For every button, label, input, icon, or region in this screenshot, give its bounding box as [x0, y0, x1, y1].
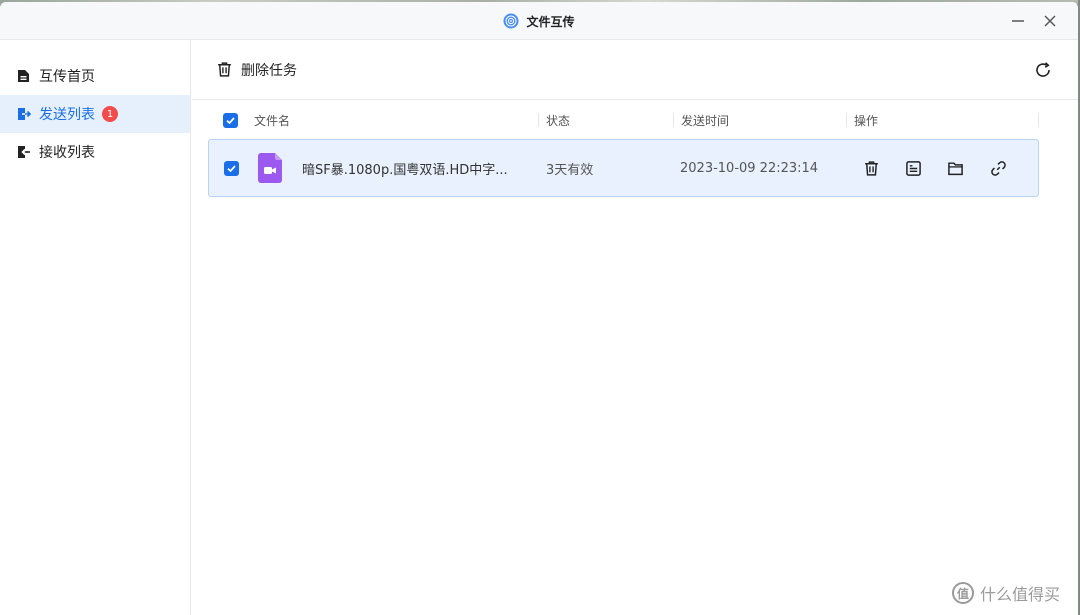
send-list-icon [16, 106, 32, 122]
folder-icon [947, 161, 963, 175]
delete-task-label: 删除任务 [241, 62, 297, 79]
sidebar: 互传首页 发送列表 1 接收列表 [0, 40, 191, 615]
minimize-button[interactable] [1008, 11, 1028, 31]
title-bar[interactable]: 文件互传 [0, 2, 1078, 40]
window-title: 文件互传 [526, 14, 575, 29]
check-icon [227, 164, 236, 172]
close-button[interactable] [1040, 11, 1060, 31]
minimize-icon [1012, 20, 1024, 22]
column-divider [1038, 113, 1039, 127]
select-all-checkbox[interactable] [223, 101, 238, 139]
wifi-transfer-icon [503, 13, 519, 29]
refresh-button[interactable] [1034, 61, 1052, 79]
open-folder-button[interactable] [945, 158, 965, 178]
details-button[interactable] [903, 158, 923, 178]
count-badge: 1 [102, 106, 118, 122]
check-icon [226, 116, 235, 124]
watermark: 值 什么值得买 [952, 578, 1060, 608]
send-time: 2023-10-09 22:23:14 [680, 160, 819, 176]
status-text: 3天有效 [546, 162, 594, 178]
sidebar-item-label: 发送列表 [39, 107, 95, 123]
title-group: 文件互传 [0, 2, 1078, 40]
app-window: 文件互传 互传首页 发送列表 1 接收列表 删除任务 文件名 状态 发送时间 操… [0, 2, 1078, 615]
table-header: 文件名 状态 发送时间 操作 [208, 101, 1040, 139]
table-row[interactable]: 暗SF暴.1080p.国粤双语.HD中字... 3天有效 2023-10-09 … [208, 139, 1039, 197]
sidebar-item-home[interactable]: 互传首页 [0, 57, 190, 95]
copy-link-button[interactable] [988, 158, 1008, 178]
file-name: 暗SF暴.1080p.国粤双语.HD中字... [302, 162, 508, 178]
link-icon [990, 160, 1006, 176]
column-header-actions[interactable]: 操作 [854, 101, 878, 139]
sidebar-item-label: 接收列表 [39, 145, 95, 161]
delete-row-button[interactable] [861, 158, 881, 178]
column-header-status[interactable]: 状态 [546, 101, 570, 139]
row-checkbox[interactable] [224, 140, 239, 196]
trash-icon [218, 62, 231, 77]
column-divider [846, 113, 847, 127]
sidebar-item-receive-list[interactable]: 接收列表 [0, 133, 190, 171]
watermark-logo: 值 [952, 582, 974, 604]
receive-list-icon [16, 144, 32, 160]
home-doc-icon [16, 68, 32, 84]
column-divider [538, 113, 539, 127]
main-panel: 删除任务 文件名 状态 发送时间 操作 暗SF暴.1080p.国粤双语.HD中字… [192, 40, 1078, 615]
sidebar-item-label: 互传首页 [39, 69, 95, 85]
checkbox[interactable] [223, 112, 238, 128]
toolbar: 删除任务 [192, 40, 1078, 100]
column-header-time[interactable]: 发送时间 [681, 101, 729, 139]
close-icon [1044, 15, 1056, 27]
column-header-filename[interactable]: 文件名 [254, 101, 290, 139]
sidebar-item-send-list[interactable]: 发送列表 1 [0, 95, 190, 133]
delete-task-button[interactable]: 删除任务 [216, 60, 297, 80]
details-icon [905, 160, 921, 176]
column-divider [673, 113, 674, 127]
watermark-text: 什么值得买 [980, 585, 1061, 604]
trash-icon [864, 160, 878, 176]
video-file-icon [258, 140, 282, 196]
refresh-icon [1036, 62, 1050, 77]
checkbox[interactable] [224, 160, 239, 176]
